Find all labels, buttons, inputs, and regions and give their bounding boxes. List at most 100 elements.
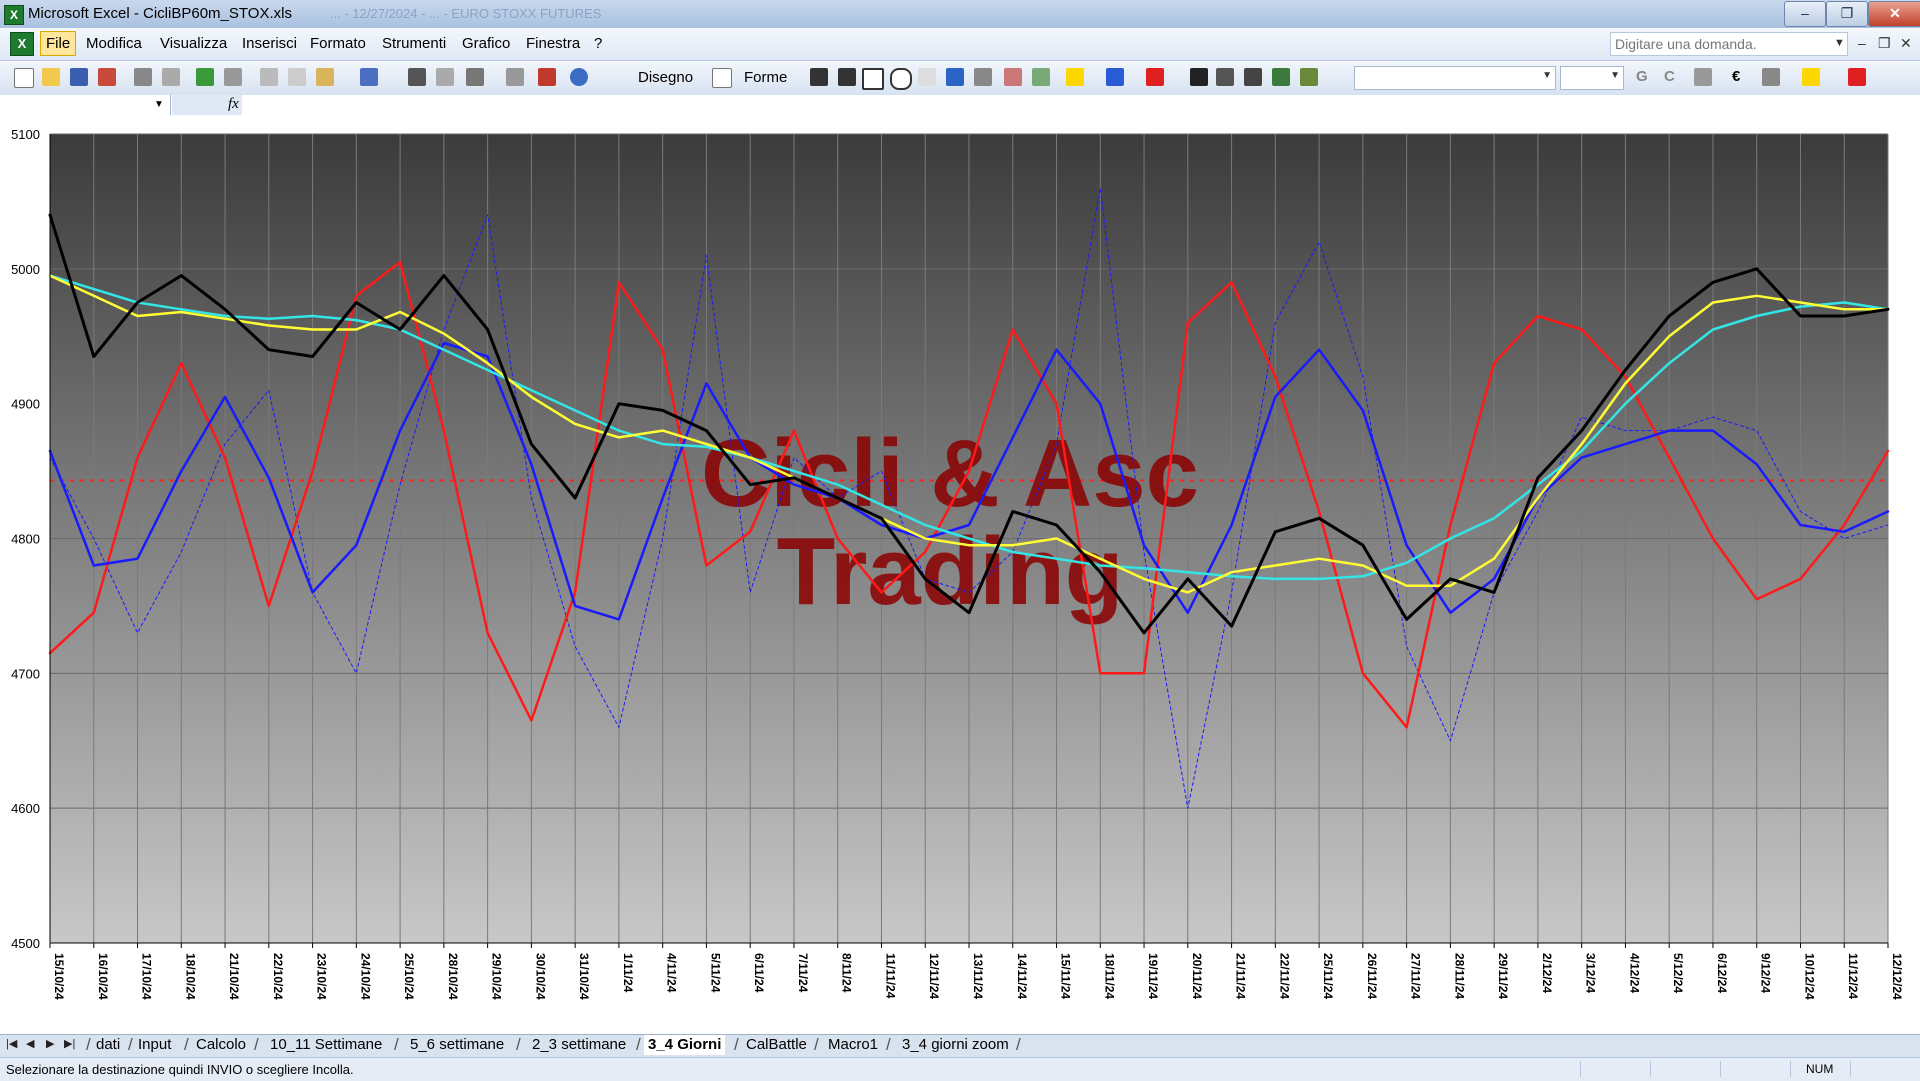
workbook-icon[interactable]: X (10, 32, 34, 56)
help-icon[interactable] (570, 68, 588, 86)
permission-icon[interactable] (98, 68, 116, 86)
x-tick-label: 21/11/24 (1234, 953, 1248, 999)
sheet-tab-input[interactable]: Input (138, 1035, 171, 1055)
chart-wizard-icon[interactable] (408, 68, 426, 86)
bold-button[interactable]: G (1636, 68, 1648, 85)
sheet-tab-2-3-settimane[interactable]: 2_3 settimane (532, 1035, 626, 1055)
print-preview-icon[interactable] (162, 68, 180, 86)
sort-icon[interactable] (506, 68, 524, 86)
prev-sheet-icon[interactable]: ◀ (26, 1037, 34, 1050)
window-title: Microsoft Excel - CicliBP60m_STOX.xls (28, 5, 292, 22)
print-icon[interactable] (134, 68, 152, 86)
line-icon[interactable] (810, 68, 828, 86)
sheet-tab-macro1[interactable]: Macro1 (828, 1035, 878, 1055)
formula-icon-area[interactable]: fx (172, 95, 242, 115)
arrow-style-icon[interactable] (1244, 68, 1262, 86)
x-tick-label: 28/11/24 (1452, 953, 1466, 999)
chart-icon[interactable] (538, 68, 556, 86)
doc-close-button[interactable]: ✕ (1900, 35, 1912, 52)
highlight-icon[interactable] (1802, 68, 1820, 86)
sheet-tab-calcolo[interactable]: Calcolo (196, 1035, 246, 1055)
shapes-menu[interactable]: Forme (744, 69, 787, 86)
paste-icon[interactable] (316, 68, 334, 86)
new-file-icon[interactable] (14, 68, 34, 88)
excel-app-icon[interactable]: X (4, 5, 24, 25)
copy-icon[interactable] (288, 68, 306, 86)
doc-minimize-button[interactable]: – (1858, 35, 1866, 51)
maximize-button[interactable]: ❐ (1826, 1, 1868, 27)
italic-button[interactable]: C (1664, 68, 1675, 85)
fill-color-icon[interactable] (1066, 68, 1084, 86)
picture-icon[interactable] (1032, 68, 1050, 86)
draw-menu[interactable]: Disegno (638, 69, 693, 86)
font-name-combo[interactable]: ▼ (1354, 66, 1556, 90)
minimize-button[interactable]: – (1784, 1, 1826, 27)
menu-formato[interactable]: Formato (310, 35, 366, 52)
x-tick-label: 29/11/24 (1496, 953, 1510, 999)
wordart-icon[interactable] (946, 68, 964, 86)
menu-grafico[interactable]: Grafico (462, 35, 510, 52)
sheet-tab-5-6-settimane[interactable]: 5_6 settimane (410, 1035, 504, 1055)
sheet-tab-dati[interactable]: dati (96, 1035, 120, 1055)
save-icon[interactable] (70, 68, 88, 86)
x-tick-label: 12/11/24 (927, 953, 941, 999)
sheet-tab-3-4-giorni[interactable]: 3_4 Giorni (644, 1035, 726, 1055)
line-chart[interactable]: Cicli & AscTrading 450046004700480049005… (0, 116, 1920, 1034)
last-sheet-icon[interactable]: ▶| (64, 1037, 75, 1050)
menu-inserisci[interactable]: Inserisci (242, 35, 297, 52)
close-button[interactable]: ✕ (1868, 1, 1920, 27)
shadow-icon[interactable] (1272, 68, 1290, 86)
menu-finestra[interactable]: Finestra (526, 35, 580, 52)
hyperlink-icon[interactable] (436, 68, 454, 86)
sheet-tab-3-4-giorni-zoom[interactable]: 3_4 giorni zoom (902, 1035, 1009, 1055)
font-color-icon[interactable] (1146, 68, 1164, 86)
menu-help[interactable]: ? (594, 35, 602, 52)
menu-modifica[interactable]: Modifica (86, 35, 142, 52)
fx-icon: fx (228, 96, 239, 112)
textbox-icon[interactable] (918, 68, 936, 86)
menu-bar: X File Modifica Visualizza Inserisci For… (0, 28, 1920, 61)
x-tick-label: 18/10/24 (183, 953, 197, 1000)
line-style-icon[interactable] (1190, 68, 1208, 86)
x-tick-label: 15/11/24 (1059, 953, 1073, 999)
menu-file[interactable]: File (40, 31, 77, 56)
x-tick-label: 22/10/24 (271, 953, 285, 1000)
menu-visualizza[interactable]: Visualizza (160, 35, 227, 52)
first-sheet-icon[interactable]: |◀ (6, 1037, 17, 1050)
clipart-icon[interactable] (1004, 68, 1022, 86)
font-color-icon-2[interactable] (1848, 68, 1866, 86)
line-color-icon[interactable] (1106, 68, 1124, 86)
chart-area[interactable]: Cicli & Asc Trading 4500 4600 4700 4800 4900 5… (0, 116, 1920, 1034)
sheet-tab-10-11-settimane[interactable]: 10_11 Settimane (270, 1035, 382, 1055)
3d-icon[interactable] (1300, 68, 1318, 86)
sheet-tab-calbattle[interactable]: CalBattle (746, 1035, 807, 1055)
align-icon[interactable] (1694, 68, 1712, 86)
autosum-icon[interactable] (466, 68, 484, 86)
open-folder-icon[interactable] (42, 68, 60, 86)
help-search-input[interactable]: Digitare una domanda. (1610, 32, 1848, 56)
background-window-title: ... - 12/27/2024 - ... - EURO STOXX FUTU… (330, 6, 602, 21)
chevron-down-icon[interactable]: ▼ (1834, 37, 1845, 49)
x-tick-label: 31/10/24 (577, 953, 591, 1000)
diagram-icon[interactable] (974, 68, 992, 86)
arrow-icon[interactable] (838, 68, 856, 86)
next-sheet-icon[interactable]: ▶ (46, 1037, 54, 1050)
research-icon[interactable] (224, 68, 242, 86)
oval-icon[interactable] (890, 68, 912, 90)
spelling-icon[interactable] (196, 68, 214, 86)
doc-restore-button[interactable]: ❐ (1878, 35, 1891, 52)
select-object-icon[interactable] (712, 68, 732, 88)
rectangle-icon[interactable] (862, 68, 884, 90)
num-lock-indicator: NUM (1806, 1062, 1834, 1076)
title-bar: X Microsoft Excel - CicliBP60m_STOX.xls … (0, 0, 1920, 28)
x-tick-label: 19/11/24 (1146, 953, 1160, 999)
name-box[interactable]: ▼ (0, 95, 171, 115)
y-tick-label: 4900 (11, 397, 40, 412)
currency-button[interactable]: € (1732, 68, 1740, 85)
dash-style-icon[interactable] (1216, 68, 1234, 86)
cut-icon[interactable] (260, 68, 278, 86)
font-size-combo[interactable]: ▼ (1560, 66, 1624, 90)
borders-icon[interactable] (1762, 68, 1780, 86)
menu-strumenti[interactable]: Strumenti (382, 35, 446, 52)
undo-icon[interactable] (360, 68, 378, 86)
